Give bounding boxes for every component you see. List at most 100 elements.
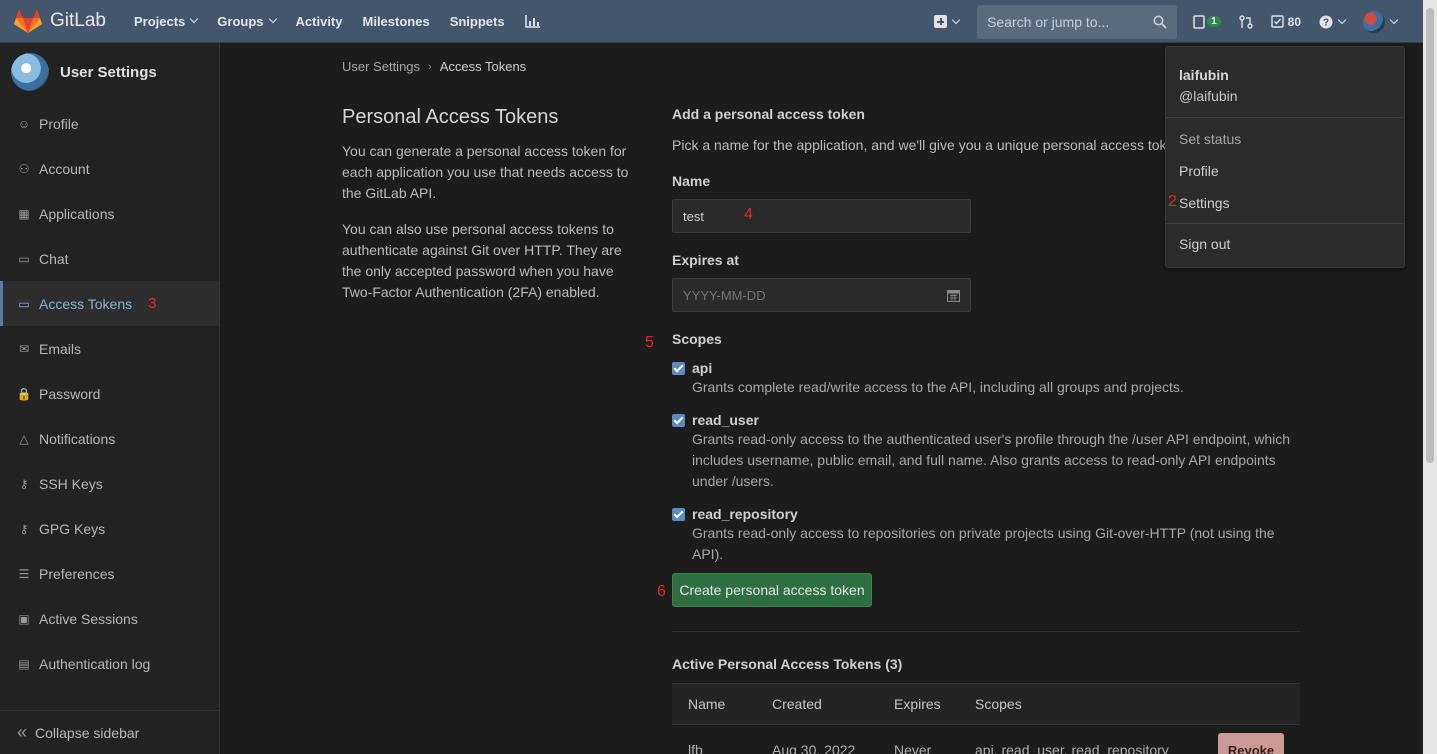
- token-scopes-cell: api, read_user, read_repository: [975, 742, 1169, 754]
- create-token-button[interactable]: Create personal access token: [672, 573, 872, 607]
- annotation-marker: 5: [645, 334, 654, 351]
- issues-icon: [1193, 14, 1205, 29]
- scrollbar-thumb[interactable]: [1426, 8, 1434, 463]
- scope-api: api Grants complete read/write access to …: [672, 360, 1300, 398]
- sidebar-item-preferences[interactable]: ☰ Preferences: [0, 551, 219, 596]
- token-name-cell: lfb: [688, 742, 703, 754]
- sidebar-header[interactable]: User Settings: [0, 43, 219, 101]
- scope-name[interactable]: api: [692, 360, 1184, 376]
- new-dropdown[interactable]: [934, 15, 961, 28]
- token-name-value: test: [683, 208, 704, 224]
- gitlab-logo[interactable]: GitLab: [14, 8, 106, 34]
- issues-button[interactable]: 1: [1193, 14, 1221, 29]
- sidebar-item-chat[interactable]: ▭ Chat: [0, 236, 219, 281]
- info-column: Personal Access Tokens You can generate …: [342, 106, 632, 318]
- collapse-sidebar-button[interactable]: « Collapse sidebar: [0, 710, 219, 754]
- set-status-item[interactable]: Set status: [1179, 131, 1241, 147]
- nav-groups[interactable]: Groups: [217, 13, 277, 29]
- nav-right: Search or jump to... 1 80 ?: [934, 0, 1423, 43]
- avatar: [1363, 10, 1385, 33]
- gitlab-tanuki-icon: [14, 9, 42, 33]
- scope-description: Grants read-only access to repositories …: [692, 525, 1275, 562]
- sidebar-item-ssh-keys[interactable]: ⚷ SSH Keys: [0, 461, 219, 506]
- email-icon: ✉: [18, 341, 30, 356]
- page-scrollbar[interactable]: [1423, 0, 1437, 754]
- scope-text: read_repository Grants read-only access t…: [692, 506, 1300, 565]
- svg-text:?: ?: [1323, 17, 1329, 28]
- table-header: Name Created Expires Scopes: [672, 683, 1300, 725]
- settings-sidebar: User Settings ☺ Profile ⚇ Account ▦ Applicati…: [0, 43, 220, 754]
- nav-projects[interactable]: Projects: [133, 13, 199, 29]
- sidebar-item-applications[interactable]: ▦ Applications: [0, 191, 219, 236]
- scope-checkbox[interactable]: [672, 414, 685, 427]
- avatar: [11, 53, 49, 91]
- sidebar-item-notifications[interactable]: △ Notifications: [0, 416, 219, 461]
- sidebar-item-active-sessions[interactable]: ▣ Active Sessions: [0, 596, 219, 641]
- profile-menu-item[interactable]: Profile: [1179, 163, 1219, 179]
- scope-checkbox[interactable]: [672, 508, 685, 521]
- nav-groups-label: Groups: [217, 13, 264, 29]
- main-nav-links: Projects Groups Activity Milestones Snip…: [134, 14, 561, 29]
- page-title: Personal Access Tokens: [342, 106, 559, 128]
- lock-icon: 🔒: [16, 386, 32, 401]
- revoke-button[interactable]: Revoke: [1218, 733, 1284, 754]
- scope-description: Grants read-only access to the authentic…: [692, 431, 1291, 489]
- sidebar-item-label: GPG Keys: [39, 520, 106, 537]
- divider: [1166, 117, 1404, 118]
- active-tokens-title: Active Personal Access Tokens (3): [672, 656, 903, 672]
- scope-name[interactable]: read_repository: [692, 506, 1300, 522]
- nav-snippets-label: Snippets: [449, 13, 505, 29]
- sidebar-item-label: SSH Keys: [39, 475, 103, 492]
- sidebar-item-authentication-log[interactable]: ▤ Authentication log: [0, 641, 219, 686]
- user-menu-toggle[interactable]: [1363, 10, 1399, 33]
- column-header: Scopes: [975, 696, 1022, 712]
- chat-icon: ▭: [18, 251, 30, 266]
- scope-name[interactable]: read_user: [692, 412, 1300, 428]
- sidebar-item-profile[interactable]: ☺ Profile: [0, 101, 219, 146]
- expires-label: Expires at: [672, 252, 739, 268]
- todos-button[interactable]: 80: [1270, 15, 1301, 29]
- search-placeholder: Search or jump to...: [987, 13, 1110, 30]
- sidebar-items: ☺ Profile ⚇ Account ▦ Applications ▭ Chat ▭ Acces…: [0, 101, 219, 686]
- help-dropdown[interactable]: ?: [1319, 15, 1347, 29]
- token-name-field[interactable]: test: [672, 199, 971, 233]
- calendar-icon[interactable]: [947, 289, 960, 302]
- active-tokens-table: Name Created Expires Scopes lfb Aug 30, …: [672, 683, 1300, 754]
- sidebar-item-gpg-keys[interactable]: ⚷ GPG Keys: [0, 506, 219, 551]
- token-expires-cell: Never: [894, 742, 932, 754]
- expires-at-field[interactable]: YYYY-MM-DD: [672, 278, 971, 312]
- nav-snippets[interactable]: Snippets: [450, 14, 505, 29]
- sidebar-item-password[interactable]: 🔒 Password: [0, 371, 219, 416]
- sidebar-item-label: Preferences: [39, 565, 115, 582]
- annotation-marker: 3: [148, 295, 157, 312]
- breadcrumb-parent[interactable]: User Settings: [342, 59, 420, 74]
- sidebar-item-account[interactable]: ⚇ Account: [0, 146, 219, 191]
- nav-analytics[interactable]: [524, 14, 541, 28]
- merge-requests-button[interactable]: [1238, 14, 1253, 29]
- sidebar-title: User Settings: [60, 63, 157, 81]
- collapse-sidebar-label: Collapse sidebar: [35, 724, 140, 741]
- issues-count-badge: 1: [1207, 16, 1221, 27]
- sidebar-item-access-tokens[interactable]: ▭ Access Tokens 3: [0, 281, 219, 326]
- search-input[interactable]: Search or jump to...: [977, 4, 1178, 39]
- key-icon: ⚷: [19, 476, 29, 491]
- sidebar-item-emails[interactable]: ✉ Emails: [0, 326, 219, 371]
- applications-icon: ▦: [18, 206, 30, 221]
- user-display-name[interactable]: laifubin: [1179, 67, 1229, 83]
- scope-checkbox[interactable]: [672, 362, 685, 375]
- column-header: Created: [772, 696, 822, 712]
- breadcrumb-current[interactable]: Access Tokens: [440, 59, 526, 74]
- sign-out-item[interactable]: Sign out: [1179, 236, 1230, 252]
- token-icon: ▭: [18, 296, 30, 311]
- nav-projects-label: Projects: [133, 13, 186, 29]
- user-handle[interactable]: @laifubin: [1179, 88, 1238, 104]
- nav-milestones[interactable]: Milestones: [363, 14, 430, 29]
- nav-activity[interactable]: Activity: [296, 14, 343, 29]
- annotation-marker: 6: [657, 583, 666, 600]
- sidebar-item-label: Emails: [39, 340, 82, 357]
- chevron-down-icon: [1389, 15, 1399, 24]
- todo-check-icon: [1270, 15, 1284, 28]
- settings-menu-item[interactable]: Settings: [1179, 195, 1230, 211]
- profile-icon: ☺: [17, 116, 31, 131]
- search-icon: [1153, 15, 1167, 29]
